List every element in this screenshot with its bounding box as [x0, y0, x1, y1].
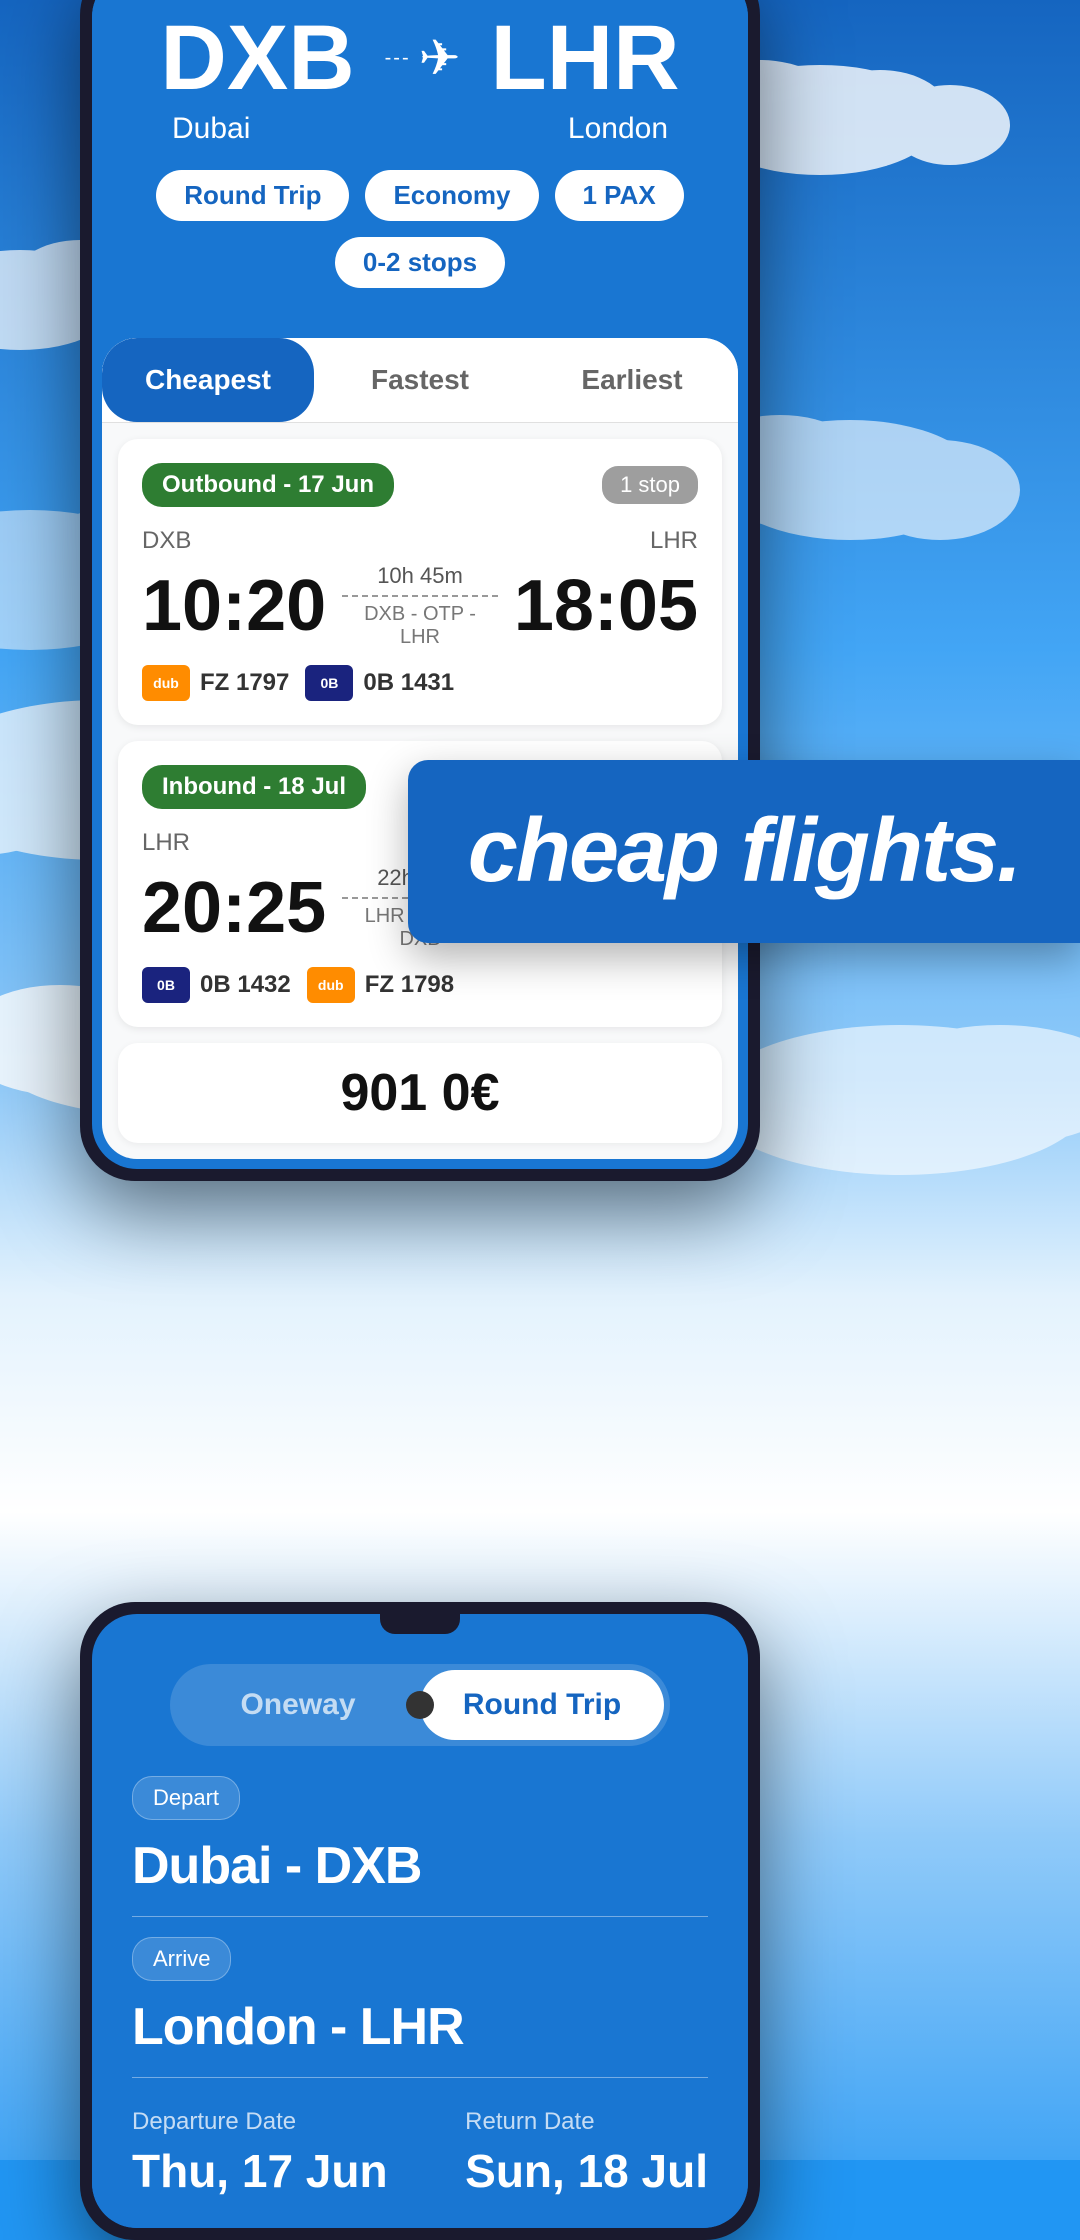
outbound-route-path: DXB - OTP - LHR	[342, 603, 498, 649]
dest-city: London	[568, 112, 668, 146]
return-date-col[interactable]: Return Date Sun, 18 Jul	[465, 2108, 708, 2198]
outbound-stops: 1 stop	[602, 466, 698, 504]
phone2-body: Depart Dubai - DXB Arrive London - LHR D…	[92, 1766, 748, 2228]
inbound-airline1-code: 0B 1432	[200, 971, 291, 999]
tab-earliest[interactable]: Earliest	[526, 338, 738, 422]
stops-filter[interactable]: 0-2 stops	[335, 237, 505, 288]
outbound-airline2-logo: 0B	[305, 665, 353, 701]
outbound-airline1: dub FZ 1797	[142, 665, 289, 701]
outbound-depart-time: 10:20	[142, 570, 326, 642]
outbound-card[interactable]: Outbound - 17 Jun 1 stop DXB LHR 10:20 1…	[118, 439, 722, 725]
phone-frame-2: Oneway Round Trip Depart Dubai - DXB Arr…	[80, 1602, 760, 2240]
phone1-header: DXB --- ✈ LHR Dubai London Round Trip Ec…	[92, 0, 748, 338]
inbound-depart-time: 20:25	[142, 872, 326, 944]
trip-type-toggle[interactable]: Oneway Round Trip	[170, 1664, 670, 1746]
outbound-from: DXB	[142, 527, 191, 555]
oneway-option[interactable]: Oneway	[176, 1670, 420, 1740]
departure-date-value: Thu, 17 Jun	[132, 2144, 388, 2198]
flight-icon: --- ✈	[385, 29, 461, 87]
inbound-airline1: 0B 0B 1432	[142, 967, 291, 1003]
inbound-airline1-logo: 0B	[142, 967, 190, 1003]
depart-label: Depart	[132, 1776, 240, 1820]
tab-cheapest[interactable]: Cheapest	[102, 338, 314, 422]
depart-city[interactable]: Dubai - DXB	[132, 1836, 708, 1896]
price-preview: 901 0€	[118, 1043, 722, 1143]
arrive-city[interactable]: London - LHR	[132, 1997, 708, 2057]
outbound-route-labels: DXB LHR	[142, 527, 698, 555]
origin-city: Dubai	[172, 112, 250, 146]
date-row: Departure Date Thu, 17 Jun Return Date S…	[132, 2098, 708, 2198]
departure-date-label: Departure Date	[132, 2108, 388, 2136]
outbound-duration-info: 10h 45m DXB - OTP - LHR	[326, 563, 514, 649]
outbound-airlines: dub FZ 1797 0B 0B 1431	[142, 665, 698, 701]
inbound-airline2: dub FZ 1798	[307, 967, 454, 1003]
phone-screen-1: DXB --- ✈ LHR Dubai London Round Trip Ec…	[92, 0, 748, 1169]
inbound-airline2-code: FZ 1798	[365, 971, 454, 999]
depart-divider	[132, 1916, 708, 1917]
arrive-section: Arrive London - LHR	[132, 1937, 708, 2078]
round-trip-option[interactable]: Round Trip	[420, 1670, 664, 1740]
pax-filter[interactable]: 1 PAX	[555, 170, 684, 221]
cheap-flights-text: cheap flights.	[468, 801, 1020, 901]
phone1-content: Cheapest Fastest Earliest Outbound - 17 …	[102, 338, 738, 1159]
cabin-filter[interactable]: Economy	[365, 170, 538, 221]
toggle-container: Oneway Round Trip	[92, 1634, 748, 1766]
price-text: 901 0€	[340, 1064, 499, 1122]
origin-code: DXB	[160, 12, 354, 104]
trip-type-filter[interactable]: Round Trip	[156, 170, 349, 221]
departure-date-col[interactable]: Departure Date Thu, 17 Jun	[132, 2108, 388, 2198]
outbound-header: Outbound - 17 Jun 1 stop	[142, 463, 698, 507]
arrive-label: Arrive	[132, 1937, 231, 1981]
outbound-airline2: 0B 0B 1431	[305, 665, 454, 701]
arrive-divider	[132, 2077, 708, 2078]
phone-notch	[380, 1614, 460, 1634]
return-date-label: Return Date	[465, 2108, 708, 2136]
inbound-badge: Inbound - 18 Jul	[142, 765, 366, 809]
outbound-airline1-logo: dub	[142, 665, 190, 701]
depart-section: Depart Dubai - DXB	[132, 1776, 708, 1917]
outbound-duration: 10h 45m	[342, 563, 498, 589]
filters-row: Round Trip Economy 1 PAX 0-2 stops	[132, 170, 708, 308]
outbound-arrive-time: 18:05	[514, 570, 698, 642]
tabs-row: Cheapest Fastest Earliest	[102, 338, 738, 423]
return-date-value: Sun, 18 Jul	[465, 2144, 708, 2198]
dest-code: LHR	[491, 12, 680, 104]
inbound-from: LHR	[142, 829, 190, 857]
phone-frame-1: DXB --- ✈ LHR Dubai London Round Trip Ec…	[80, 0, 760, 1181]
inbound-airline2-logo: dub	[307, 967, 355, 1003]
toggle-dot	[406, 1691, 434, 1719]
outbound-to: LHR	[650, 527, 698, 555]
tab-fastest[interactable]: Fastest	[314, 338, 526, 422]
outbound-times: 10:20 10h 45m DXB - OTP - LHR 18:05	[142, 563, 698, 649]
phone-screen-2: Oneway Round Trip Depart Dubai - DXB Arr…	[92, 1614, 748, 2228]
inbound-airlines: 0B 0B 1432 dub FZ 1798	[142, 967, 698, 1003]
outbound-airline1-code: FZ 1797	[200, 669, 289, 697]
cheap-flights-banner: cheap flights.	[408, 760, 1080, 943]
airports-row: DXB --- ✈ LHR	[132, 12, 708, 104]
outbound-badge: Outbound - 17 Jun	[142, 463, 394, 507]
outbound-airline2-code: 0B 1431	[363, 669, 454, 697]
airport-names-row: Dubai London	[132, 112, 708, 146]
